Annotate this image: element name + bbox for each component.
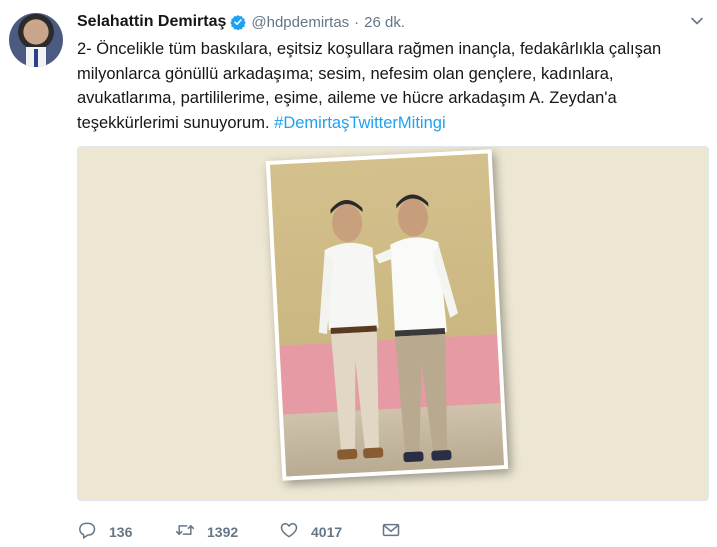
tweet-text: 2- Öncelikle tüm baskılara, eşitsiz koşu… bbox=[77, 37, 702, 135]
retweet-count: 1392 bbox=[207, 524, 239, 540]
author-handle[interactable]: @hdpdemirtas bbox=[251, 14, 349, 31]
like-count: 4017 bbox=[311, 524, 343, 540]
tweet[interactable]: Selahattin Demirtaş @hdpdemirtas · 26 dk… bbox=[0, 0, 717, 547]
tweet-header: Selahattin Demirtaş @hdpdemirtas · 26 dk… bbox=[77, 12, 405, 32]
envelope-icon bbox=[381, 520, 401, 545]
photo-people bbox=[318, 194, 459, 463]
retweet-icon bbox=[175, 520, 195, 545]
avatar-tie bbox=[34, 49, 38, 67]
tweet-actions: 136 1392 4017 bbox=[77, 520, 477, 544]
like-button[interactable]: 4017 bbox=[279, 520, 342, 544]
tweet-photo[interactable] bbox=[77, 146, 709, 501]
heart-icon bbox=[279, 520, 299, 545]
direct-message-button[interactable] bbox=[381, 520, 401, 544]
photo-image bbox=[269, 153, 505, 477]
author-name[interactable]: Selahattin Demirtaş bbox=[77, 13, 226, 31]
reply-count: 136 bbox=[109, 524, 133, 540]
verified-badge-icon bbox=[230, 14, 247, 31]
avatar[interactable] bbox=[9, 13, 63, 67]
separator: · bbox=[354, 13, 360, 31]
hashtag-link[interactable]: #DemirtaşTwitterMitingi bbox=[274, 114, 445, 132]
reply-button[interactable]: 136 bbox=[77, 520, 132, 544]
retweet-button[interactable]: 1392 bbox=[175, 520, 238, 544]
reply-icon bbox=[77, 520, 97, 545]
photo-frame bbox=[265, 149, 509, 481]
chevron-down-icon[interactable] bbox=[690, 14, 704, 28]
timestamp[interactable]: 26 dk. bbox=[364, 14, 405, 31]
